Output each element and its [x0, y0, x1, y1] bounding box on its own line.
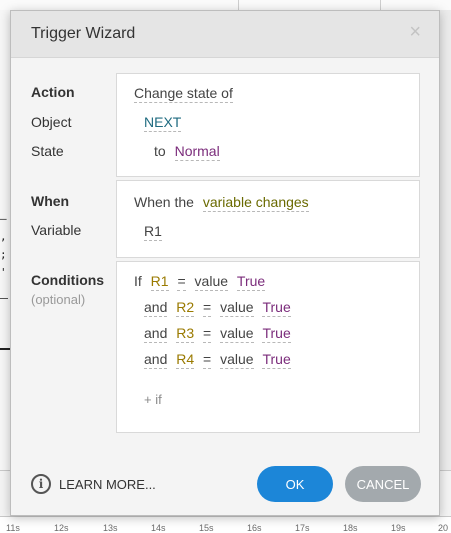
- dialog-header: Trigger Wizard ×: [11, 11, 439, 58]
- state-label: State: [31, 143, 64, 159]
- condition-value-type[interactable]: value: [194, 273, 229, 291]
- object-selector[interactable]: NEXT: [144, 114, 182, 132]
- learn-more-label: LEARN MORE...: [59, 476, 156, 492]
- ruler-tick: 13s: [103, 523, 118, 533]
- canvas-edge-mark: ;: [0, 248, 7, 261]
- condition-operator[interactable]: =: [203, 325, 212, 343]
- condition-conjunction[interactable]: and: [144, 299, 168, 317]
- toolbar-divider: [380, 0, 381, 10]
- condition-value[interactable]: True: [236, 273, 266, 291]
- variable-selector[interactable]: R1: [144, 223, 162, 241]
- timeline-ruler: 11s 12s 13s 14s 15s 16s 17s 18s 19s 20: [0, 516, 451, 533]
- condition-value-type[interactable]: value: [220, 325, 254, 343]
- condition-operator[interactable]: =: [203, 299, 212, 317]
- action-panel: Change state of NEXT to Normal: [116, 73, 420, 177]
- cancel-button[interactable]: CANCEL: [345, 466, 421, 502]
- background-panel-right: [440, 10, 451, 470]
- canvas-line: [0, 298, 8, 299]
- close-icon[interactable]: ×: [409, 22, 421, 42]
- condition-conjunction[interactable]: and: [144, 325, 168, 343]
- condition-row: and R3 = value True: [144, 325, 291, 343]
- ruler-tick: 20: [438, 523, 449, 533]
- event-selector[interactable]: variable changes: [202, 194, 309, 212]
- canvas-edge-mark: ': [0, 266, 7, 279]
- ruler-tick: 14s: [151, 523, 166, 533]
- condition-operator[interactable]: =: [177, 273, 186, 291]
- ruler-tick: 15s: [199, 523, 214, 533]
- learn-more-link[interactable]: i LEARN MORE...: [31, 474, 156, 494]
- toolbar-divider: [238, 0, 239, 10]
- ruler-tick: 12s: [54, 523, 69, 533]
- ruler-tick: 16s: [247, 523, 262, 533]
- condition-value[interactable]: True: [262, 299, 291, 317]
- state-selector[interactable]: Normal: [174, 143, 220, 161]
- conditions-label: Conditions: [31, 272, 105, 288]
- condition-value[interactable]: True: [262, 325, 291, 343]
- ruler-tick: 11s: [6, 523, 20, 533]
- condition-value-type[interactable]: value: [220, 351, 254, 369]
- object-label: Object: [31, 114, 72, 130]
- info-icon: i: [31, 474, 51, 494]
- when-text: When the: [134, 194, 194, 210]
- action-type-selector[interactable]: Change state of: [134, 85, 233, 103]
- ruler-tick: 18s: [343, 523, 358, 533]
- canvas-edge-mark: –: [0, 212, 7, 225]
- canvas-line: [0, 348, 10, 350]
- when-panel: When the variable changes R1: [116, 180, 420, 258]
- condition-variable[interactable]: R1: [150, 273, 169, 291]
- condition-variable[interactable]: R3: [176, 325, 195, 343]
- variable-label: Variable: [31, 222, 82, 238]
- dialog-title: Trigger Wizard: [31, 25, 136, 42]
- condition-row: If R1 = value True: [134, 273, 266, 291]
- condition-row: and R4 = value True: [144, 351, 291, 369]
- condition-variable[interactable]: R4: [176, 351, 195, 369]
- conditions-panel: If R1 = value True and R2 = value True a…: [116, 261, 420, 433]
- condition-conjunction: If: [134, 273, 142, 289]
- trigger-wizard-dialog: Trigger Wizard × Action Object State Cha…: [10, 10, 440, 516]
- state-row: to Normal: [154, 143, 220, 161]
- canvas-edge-mark: ,: [0, 230, 7, 243]
- when-label: When: [31, 193, 70, 209]
- action-label: Action: [31, 84, 75, 100]
- conditions-optional-label: (optional): [31, 292, 86, 307]
- add-condition-link[interactable]: + if: [144, 392, 162, 407]
- condition-row: and R2 = value True: [144, 299, 291, 317]
- background-canvas-fragment: – , ; ': [0, 210, 10, 300]
- ok-button[interactable]: OK: [257, 466, 333, 502]
- condition-value-type[interactable]: value: [220, 299, 254, 317]
- condition-variable[interactable]: R2: [176, 299, 195, 317]
- condition-conjunction[interactable]: and: [144, 351, 168, 369]
- ruler-tick: 19s: [391, 523, 406, 533]
- condition-operator[interactable]: =: [203, 351, 212, 369]
- to-text: to: [154, 143, 166, 159]
- when-row: When the variable changes: [134, 194, 309, 212]
- ruler-tick: 17s: [295, 523, 310, 533]
- condition-value[interactable]: True: [262, 351, 291, 369]
